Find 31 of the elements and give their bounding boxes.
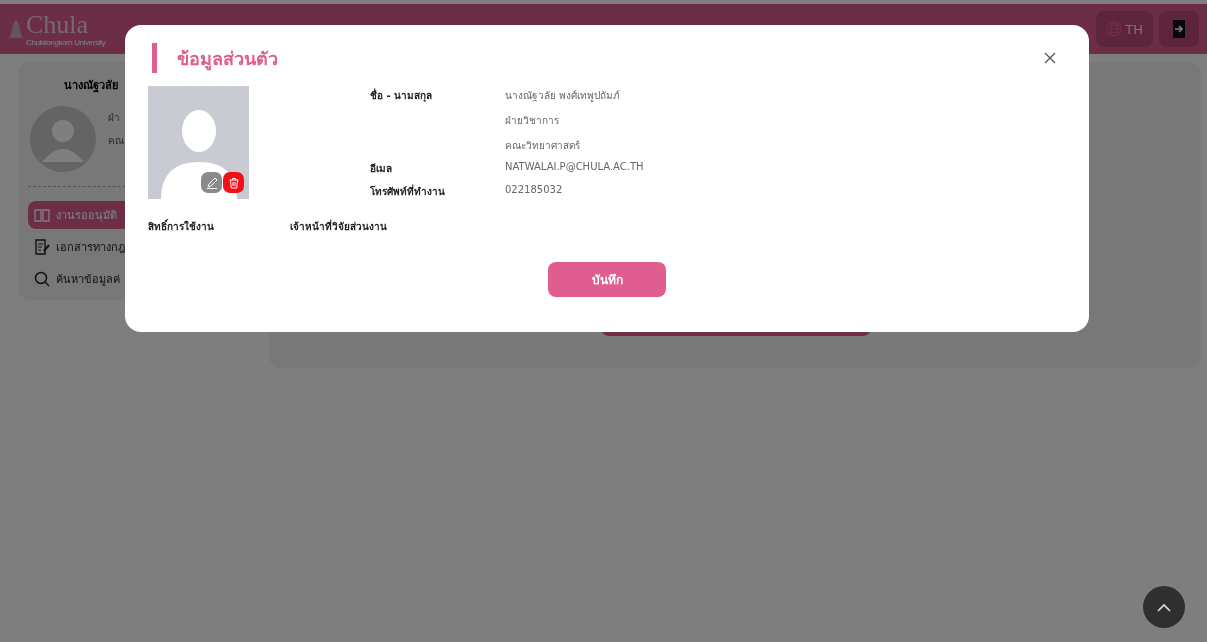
permission-label: สิทธิ์การใช้งาน	[148, 219, 215, 234]
book-icon	[34, 208, 50, 222]
profile-line: คณ	[108, 134, 124, 148]
field-value: 022185032	[505, 184, 563, 195]
permission-value: เจ้าหน้าที่วิจัยส่วนงาน	[290, 219, 387, 234]
close-icon	[1044, 52, 1056, 64]
field-value: คณะวิทยาศาสตร์	[505, 139, 581, 153]
dialog-title: ข้อมูลส่วนตัว	[177, 46, 279, 73]
field-label: ชื่อ - นามสกุล	[370, 88, 434, 104]
field-value: NATWALAI.P@CHULA.AC.TH	[505, 161, 644, 172]
trash-icon	[227, 176, 240, 189]
menu-item[interactable]: เอกสารทางกฎ	[28, 233, 255, 261]
avatar-icon	[30, 106, 96, 172]
field-value: ฝ่ายวิชาการ	[505, 114, 560, 128]
field-label: โทรศัพท์ที่ทำงาน	[370, 184, 446, 199]
logout-button[interactable]	[1159, 11, 1199, 47]
logo-text: Chula	[26, 11, 90, 38]
accent-bar	[152, 43, 157, 73]
menu-item[interactable]: ค้นหาข้อมูลค่	[28, 265, 255, 293]
search-icon	[34, 271, 50, 287]
chevron-up-icon	[1157, 602, 1171, 612]
logo-subtitle: Chulalongkorn University	[26, 37, 106, 47]
language-button[interactable]: TH	[1096, 11, 1153, 47]
logout-icon	[1171, 19, 1187, 39]
pencil-icon	[205, 176, 218, 189]
user-name: นางณัฐวลัย	[63, 78, 119, 94]
field-label: อีเมล	[370, 162, 393, 176]
document-edit-icon	[34, 239, 50, 255]
profile-line: ฝ่า	[108, 111, 121, 125]
save-button[interactable]: บันทึก	[548, 262, 666, 297]
field-value: นางณัฐวลัย พงศ์เทพูปถัมภ์	[505, 89, 621, 103]
